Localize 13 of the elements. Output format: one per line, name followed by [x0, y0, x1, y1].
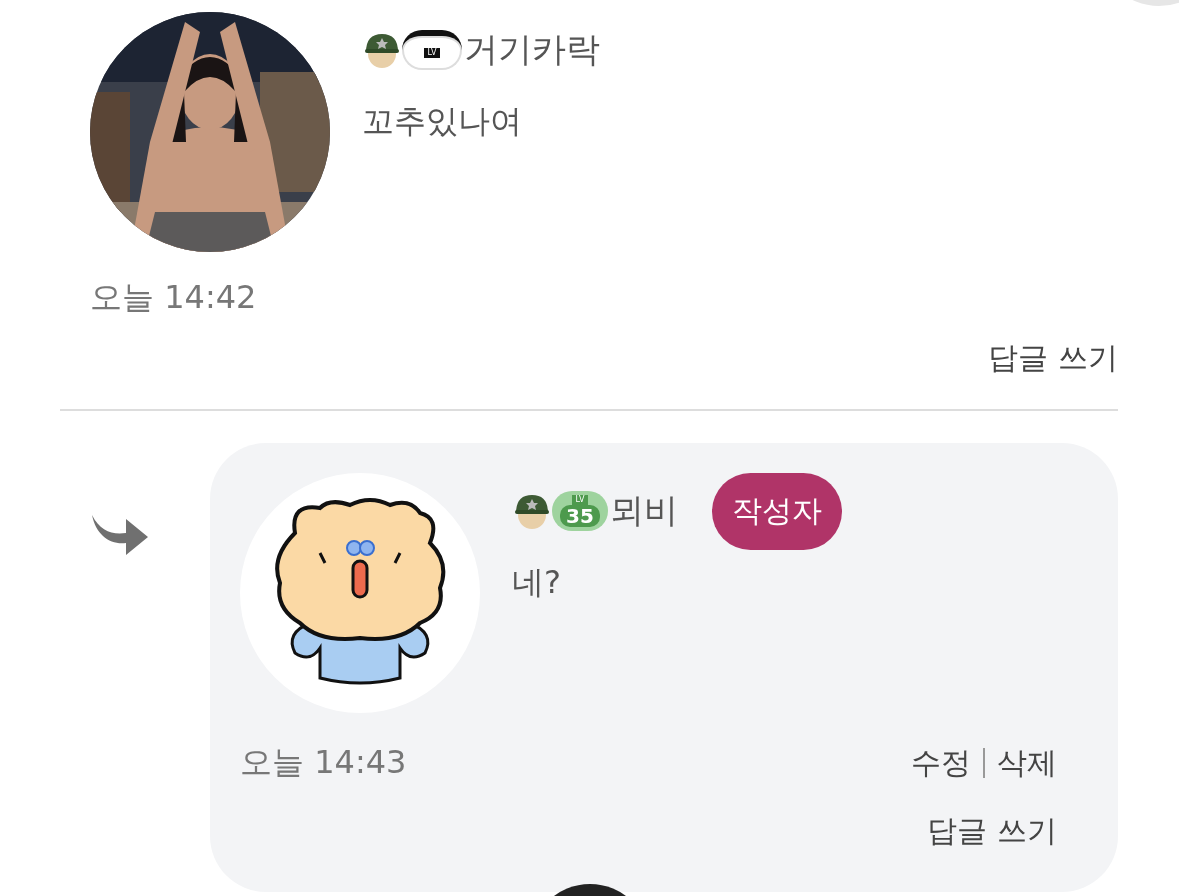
- comment-time: 오늘 14:43: [240, 742, 407, 783]
- author-tag: 작성자: [712, 472, 842, 550]
- level-badge: LV: [402, 30, 462, 70]
- comment-time: 오늘 14:42: [90, 277, 257, 318]
- edit-link[interactable]: 수정: [911, 742, 971, 784]
- level-badge: LV 35: [552, 491, 608, 531]
- author-name[interactable]: 뫼비: [610, 488, 678, 534]
- comment-text: 네?: [512, 562, 562, 603]
- delete-link[interactable]: 삭제: [997, 742, 1057, 784]
- comment-text: 꼬추있나여: [362, 101, 523, 142]
- reply-link[interactable]: 답글 쓰기: [927, 811, 1057, 852]
- author-name[interactable]: 거기카락: [464, 27, 600, 73]
- reply-link[interactable]: 답글 쓰기: [988, 338, 1118, 379]
